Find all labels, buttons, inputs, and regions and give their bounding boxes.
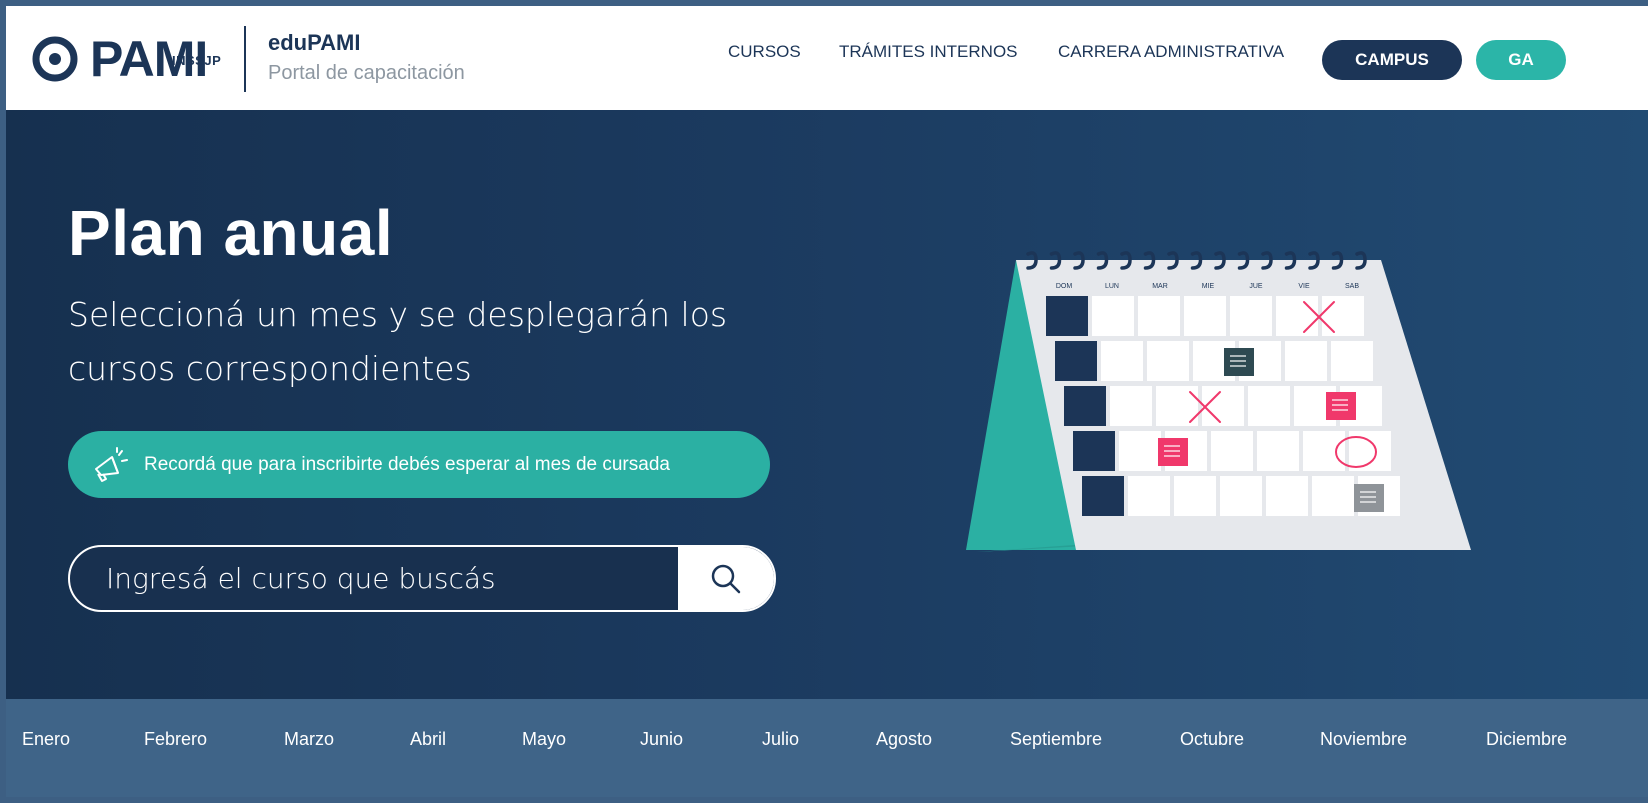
month-bar: Enero Febrero Marzo Abril Mayo Junio Jul… [6, 699, 1648, 797]
calendar-cell [1073, 431, 1115, 471]
brand-subtitle: Portal de capacitación [268, 62, 465, 84]
month-noviembre[interactable]: Noviembre [1320, 729, 1407, 750]
calendar-cell [1128, 476, 1170, 516]
calendar-cell [1211, 431, 1253, 471]
nav-tramites-internos[interactable]: TRÁMITES INTERNOS [839, 42, 1018, 62]
calendar-day-label: DOM [1056, 283, 1073, 290]
nav-cursos[interactable]: CURSOS [728, 42, 801, 62]
month-enero[interactable]: Enero [22, 729, 70, 750]
logo-subtext: INSSJP [172, 53, 222, 68]
calendar-cell [1303, 431, 1345, 471]
calendar-note [1326, 392, 1356, 420]
calendar-cell [1082, 476, 1124, 516]
campus-button[interactable]: CAMPUS [1322, 40, 1462, 80]
calendar-cell [1220, 476, 1262, 516]
calendar-grid [1046, 296, 1400, 516]
calendar-cell [1110, 386, 1152, 426]
calendar-cell [1285, 341, 1327, 381]
calendar-cell [1138, 296, 1180, 336]
month-marzo[interactable]: Marzo [284, 729, 334, 750]
calendar-cell [1230, 296, 1272, 336]
month-agosto[interactable]: Agosto [876, 729, 932, 750]
month-junio[interactable]: Junio [640, 729, 683, 750]
megaphone-icon [95, 446, 128, 482]
month-julio[interactable]: Julio [762, 729, 799, 750]
logo-divider [244, 26, 246, 92]
page-title: Plan anual [68, 197, 394, 269]
calendar-day-label: SAB [1345, 283, 1359, 290]
calendar-note [1158, 438, 1188, 466]
calendar-note [1224, 348, 1254, 376]
calendar-cell [1248, 386, 1290, 426]
calendar-cell [1331, 341, 1373, 381]
calendar-cell [1046, 296, 1088, 336]
calendar-day-label: JUE [1249, 283, 1263, 290]
month-abril[interactable]: Abril [410, 729, 446, 750]
site-header: PAMI INSSJP eduPAMI Portal de capacitaci… [6, 6, 1648, 110]
calendar-day-label: MAR [1152, 283, 1168, 290]
brand-title: eduPAMI [268, 30, 361, 55]
month-febrero[interactable]: Febrero [144, 729, 207, 750]
calendar-cell [1184, 296, 1226, 336]
course-search [68, 545, 776, 612]
search-button[interactable] [678, 547, 774, 610]
calendar-cell [1064, 386, 1106, 426]
calendar-cell [1257, 431, 1299, 471]
enrollment-notice: Recordá que para inscribirte debés esper… [68, 431, 770, 498]
month-septiembre[interactable]: Septiembre [1010, 729, 1102, 750]
calendar-cell [1322, 296, 1364, 336]
month-mayo[interactable]: Mayo [522, 729, 566, 750]
calendar-illustration: DOM LUN MAR MIE JUE VIE SAB [966, 251, 1471, 552]
calendar-note [1354, 484, 1384, 512]
notice-text: Recordá que para inscribirte debés esper… [144, 453, 670, 475]
calendar-cell [1092, 296, 1134, 336]
month-octubre[interactable]: Octubre [1180, 729, 1244, 750]
page-subtitle: Seleccioná un mes y se desplegarán los c… [68, 295, 728, 388]
calendar-cell [1312, 476, 1354, 516]
calendar-cell [1101, 341, 1143, 381]
user-avatar-button[interactable]: GA [1476, 40, 1566, 80]
calendar-cell [1266, 476, 1308, 516]
calendar-day-label: MIE [1202, 283, 1215, 290]
hero-section: Plan anual Seleccioná un mes y se desple… [6, 110, 1648, 699]
calendar-cell [1276, 296, 1318, 336]
calendar-cell [1202, 386, 1244, 426]
calendar-cell [1119, 431, 1161, 471]
pami-logo-icon [32, 36, 78, 82]
calendar-cell [1174, 476, 1216, 516]
calendar-day-label: LUN [1105, 283, 1119, 290]
month-diciembre[interactable]: Diciembre [1486, 729, 1567, 750]
nav-carrera-administrativa[interactable]: CARRERA ADMINISTRATIVA [1058, 42, 1284, 62]
calendar-day-label: VIE [1298, 283, 1310, 290]
calendar-cell [1147, 341, 1189, 381]
search-icon [711, 564, 741, 593]
search-input[interactable] [106, 547, 666, 610]
calendar-cell [1055, 341, 1097, 381]
